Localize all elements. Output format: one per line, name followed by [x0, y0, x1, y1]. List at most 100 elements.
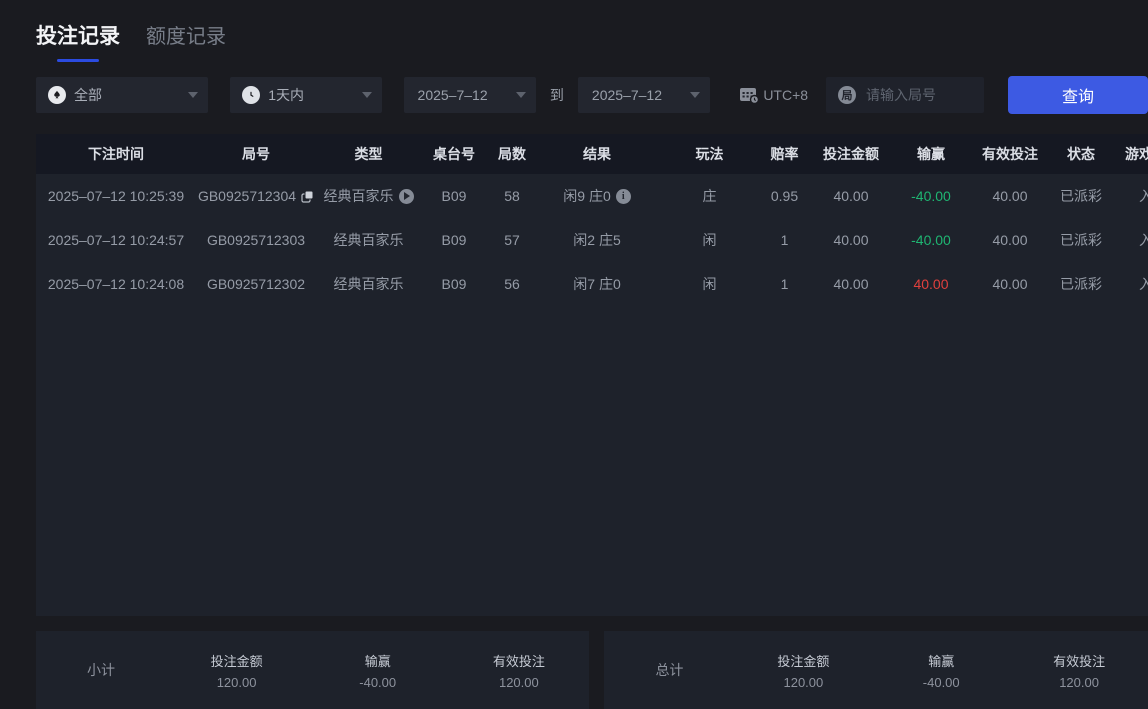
result: 闲7 庄0 [537, 274, 657, 294]
table-no: B09 [421, 188, 487, 204]
odds: 1 [762, 232, 807, 248]
bet-time: 2025–07–12 10:24:57 [36, 232, 196, 248]
round-number-field[interactable]: 局 [826, 77, 984, 113]
game-mode: 入座 [1109, 186, 1148, 206]
game-type-select[interactable]: 全部 [36, 77, 208, 113]
odds: 0.95 [762, 188, 807, 204]
time-range-value: 1天内 [268, 85, 304, 105]
info-icon[interactable]: i [616, 189, 631, 204]
date-to-select[interactable]: 2025–7–12 [578, 77, 710, 113]
winloss: -40.00 [895, 188, 967, 204]
subtotal-panel: 小计 投注金额 120.00 输赢 -40.00 有效投注 120.00 [36, 631, 589, 709]
status-badge: 已派彩 [1053, 230, 1109, 250]
col-round-no: 局数 [487, 144, 537, 164]
table-row: 2025–07–12 10:24:57 GB0925712303 经典百家乐 B… [36, 218, 1148, 262]
col-result: 结果 [537, 144, 657, 164]
col-round-id: 局号 [196, 144, 316, 164]
col-type: 类型 [316, 144, 421, 164]
col-valid-bet: 有效投注 [967, 144, 1053, 164]
chevron-down-icon [188, 92, 198, 98]
table-row: 2025–07–12 10:25:39 GB0925712304 经典百家乐 B… [36, 174, 1148, 218]
calendar-icon [738, 85, 760, 105]
timezone-indicator: UTC+8 [738, 85, 808, 105]
replay-icon[interactable] [399, 189, 414, 204]
valid-bet: 40.00 [967, 276, 1053, 292]
play: 闲 [657, 230, 762, 250]
total-winloss: 输赢 -40.00 [872, 651, 1010, 690]
play: 庄 [657, 186, 762, 206]
game-type-value: 全部 [74, 85, 102, 105]
status-badge: 已派彩 [1053, 186, 1109, 206]
filter-bar: 全部 1天内 2025–7–12 到 2025–7–12 UTC+8 局 查询 [36, 76, 1148, 114]
time-range-select[interactable]: 1天内 [230, 77, 381, 113]
tab-quota-records[interactable]: 额度记录 [146, 20, 226, 49]
col-bet-time: 下注时间 [36, 144, 196, 164]
chevron-down-icon [362, 92, 372, 98]
table-row: 2025–07–12 10:24:08 GB0925712302 经典百家乐 B… [36, 262, 1148, 306]
date-from-value: 2025–7–12 [418, 87, 488, 103]
play: 闲 [657, 274, 762, 294]
record-tabs: 投注记录 额度记录 [0, 0, 1148, 62]
clock-icon [242, 86, 260, 104]
date-to-value: 2025–7–12 [592, 87, 662, 103]
game-type: 经典百家乐 [316, 230, 421, 250]
bet-amount: 40.00 [807, 276, 895, 292]
round-no: 56 [487, 276, 537, 292]
search-button[interactable]: 查询 [1008, 76, 1148, 114]
game-type: 经典百家乐 [316, 186, 421, 206]
result: 闲9 庄0 i [537, 186, 657, 206]
total-amount: 投注金额 120.00 [734, 651, 872, 690]
chevron-down-icon [690, 92, 700, 98]
table-header-row: 下注时间 局号 类型 桌台号 局数 结果 玩法 赔率 投注金额 输赢 有效投注 … [36, 134, 1148, 174]
bet-amount: 40.00 [807, 188, 895, 204]
table-no: B09 [421, 276, 487, 292]
timezone-value: UTC+8 [763, 87, 808, 103]
status-badge: 已派彩 [1053, 274, 1109, 294]
valid-bet: 40.00 [967, 188, 1053, 204]
summary-bars: 小计 投注金额 120.00 输赢 -40.00 有效投注 120.00 总计 … [36, 631, 1148, 709]
active-tab-underline [57, 59, 99, 62]
col-table-no: 桌台号 [421, 144, 487, 164]
chevron-down-icon [516, 92, 526, 98]
col-status: 状态 [1053, 144, 1109, 164]
bet-amount: 40.00 [807, 232, 895, 248]
total-valid: 有效投注 120.00 [1010, 651, 1148, 690]
total-panel: 总计 投注金额 120.00 输赢 -40.00 有效投注 120.00 [604, 631, 1148, 709]
round-id: GB0925712304 [196, 188, 316, 204]
bet-time: 2025–07–12 10:25:39 [36, 188, 196, 204]
table-no: B09 [421, 232, 487, 248]
copy-icon[interactable] [301, 190, 314, 203]
col-odds: 赔率 [762, 144, 807, 164]
round-id: GB0925712303 [196, 232, 316, 248]
round-icon: 局 [838, 86, 856, 104]
date-to-label: 到 [550, 85, 564, 105]
game-mode: 入座 [1109, 230, 1148, 250]
subtotal-valid: 有效投注 120.00 [448, 651, 589, 690]
total-title: 总计 [604, 660, 734, 680]
valid-bet: 40.00 [967, 232, 1053, 248]
subtotal-winloss: 输赢 -40.00 [307, 651, 448, 690]
result: 闲2 庄5 [537, 230, 657, 250]
bet-time: 2025–07–12 10:24:08 [36, 276, 196, 292]
tab-betting-label: 投注记录 [36, 25, 120, 48]
odds: 1 [762, 276, 807, 292]
subtotal-amount: 投注金额 120.00 [166, 651, 307, 690]
game-mode: 入座 [1109, 274, 1148, 294]
winloss: 40.00 [895, 276, 967, 292]
winloss: -40.00 [895, 232, 967, 248]
col-winloss: 输赢 [895, 144, 967, 164]
betting-records-table: 下注时间 局号 类型 桌台号 局数 结果 玩法 赔率 投注金额 输赢 有效投注 … [36, 134, 1148, 616]
col-game-mode: 游戏模式 [1109, 144, 1148, 164]
round-id: GB0925712302 [196, 276, 316, 292]
round-number-input[interactable] [864, 86, 974, 104]
tab-betting-records[interactable]: 投注记录 [36, 20, 120, 62]
subtotal-title: 小计 [36, 660, 166, 680]
date-from-select[interactable]: 2025–7–12 [404, 77, 536, 113]
spade-icon [48, 86, 66, 104]
round-no: 57 [487, 232, 537, 248]
col-amount: 投注金额 [807, 144, 895, 164]
round-no: 58 [487, 188, 537, 204]
tab-quota-label: 额度记录 [146, 26, 226, 48]
col-play: 玩法 [657, 144, 762, 164]
game-type: 经典百家乐 [316, 274, 421, 294]
